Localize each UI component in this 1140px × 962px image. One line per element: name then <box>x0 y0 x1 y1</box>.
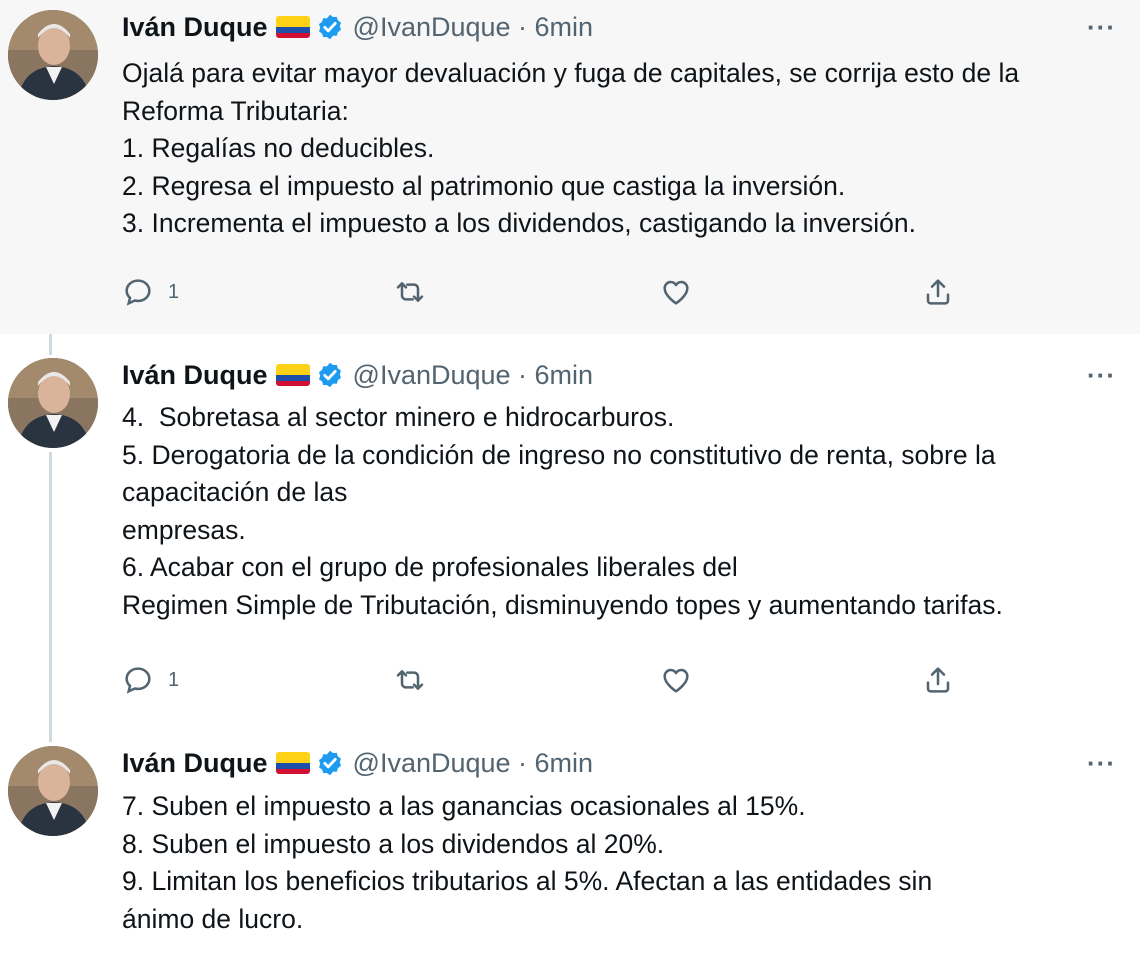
reply-count: 1 <box>168 280 180 303</box>
author-name[interactable]: Iván Duque <box>122 748 268 779</box>
reply-count: 1 <box>168 668 180 691</box>
tweet-header: Iván Duque @IvanDuque · 6min <box>122 746 593 780</box>
reply-button[interactable]: 1 <box>122 272 179 312</box>
tweet-text: 4. Sobretasa al sector minero e hidrocar… <box>122 399 1132 624</box>
colombia-flag-icon <box>275 364 310 386</box>
tweet[interactable]: Iván Duque @IvanDuque · 6min ··· 4. Sobr… <box>0 334 1140 724</box>
reply-icon <box>125 279 151 306</box>
tweet-text-line: 1. Regalías no deducibles. <box>122 133 435 163</box>
share-button[interactable] <box>922 660 954 700</box>
avatar-photo <box>8 358 98 448</box>
retweet-button[interactable] <box>394 660 426 700</box>
retweet-button[interactable] <box>394 272 426 312</box>
avatar[interactable] <box>8 358 98 448</box>
more-options-icon[interactable]: ··· <box>1087 12 1116 43</box>
like-icon <box>663 280 689 305</box>
tweet-text-line: 6. Acabar con el grupo de profesionales … <box>122 552 738 582</box>
share-icon <box>926 667 950 693</box>
tweet-header: Iván Duque @IvanDuque · 6min <box>122 10 593 44</box>
colombia-flag-icon <box>275 752 310 774</box>
avatar[interactable] <box>8 10 98 100</box>
tweet-text-line: 2. Regresa el impuesto al patrimonio que… <box>122 170 846 201</box>
tweet[interactable]: Iván Duque @IvanDuque · 6min ··· 7. Sube… <box>0 724 1140 962</box>
verified-badge-icon <box>318 14 341 40</box>
tweet-text-line: 4. Sobretasa al sector minero e hidrocar… <box>122 402 675 432</box>
tweet-text-line: Reforma Tributaria: <box>122 95 349 126</box>
tweet-text: 7. Suben el impuesto a las ganancias oca… <box>122 788 1132 938</box>
tweet-text-line: 7. Suben el impuesto a las ganancias oca… <box>122 791 806 821</box>
tweet-text-line: Ojalá para evitar mayor devaluación y fu… <box>122 58 1020 88</box>
verified-badge-icon <box>318 750 341 776</box>
retweet-icon <box>396 670 424 690</box>
reply-button[interactable]: 1 <box>122 660 179 700</box>
tweet-header: Iván Duque @IvanDuque · 6min <box>122 358 593 392</box>
verified-badge-icon <box>318 362 341 388</box>
more-options-icon[interactable]: ··· <box>1087 360 1116 391</box>
tweet-text-line: Regimen Simple de Tributación, disminuye… <box>122 589 1003 620</box>
author-name[interactable]: Iván Duque <box>122 360 268 391</box>
tweet-actions: 1 <box>122 660 1022 700</box>
share-button[interactable] <box>922 272 954 312</box>
reply-icon <box>125 667 151 694</box>
tweet-text-line: 8. Suben el impuesto a los dividendos al… <box>122 828 665 859</box>
tweet-text-line: 5. Derogatoria de la condición de ingres… <box>122 439 996 470</box>
author-handle-time[interactable]: @IvanDuque · 6min <box>353 360 594 391</box>
tweet-actions: 1 <box>122 272 1022 312</box>
more-options-icon[interactable]: ··· <box>1087 748 1116 779</box>
like-button[interactable] <box>660 660 692 700</box>
retweet-icon <box>396 282 424 302</box>
like-icon <box>663 668 689 693</box>
avatar-photo <box>8 10 98 100</box>
tweet-text-line: 9. Limitan los beneficios tributarios al… <box>122 866 933 896</box>
tweet-text: Ojalá para evitar mayor devaluación y fu… <box>122 55 1132 243</box>
colombia-flag-icon <box>275 16 310 38</box>
avatar-photo <box>8 746 98 836</box>
tweet-text-line: capacitación de las <box>122 477 348 507</box>
author-name[interactable]: Iván Duque <box>122 12 268 43</box>
avatar[interactable] <box>8 746 98 836</box>
tweet-text-line: 3. Incrementa el impuesto a los dividend… <box>122 208 916 238</box>
tweet-text-line: ánimo de lucro. <box>122 903 304 934</box>
tweet[interactable]: Iván Duque @IvanDuque · 6min ··· Ojalá p… <box>0 0 1140 334</box>
author-handle-time[interactable]: @IvanDuque · 6min <box>353 12 594 43</box>
like-button[interactable] <box>660 272 692 312</box>
author-handle-time[interactable]: @IvanDuque · 6min <box>353 748 594 779</box>
share-icon <box>926 279 950 305</box>
tweet-text-line: empresas. <box>122 514 246 545</box>
